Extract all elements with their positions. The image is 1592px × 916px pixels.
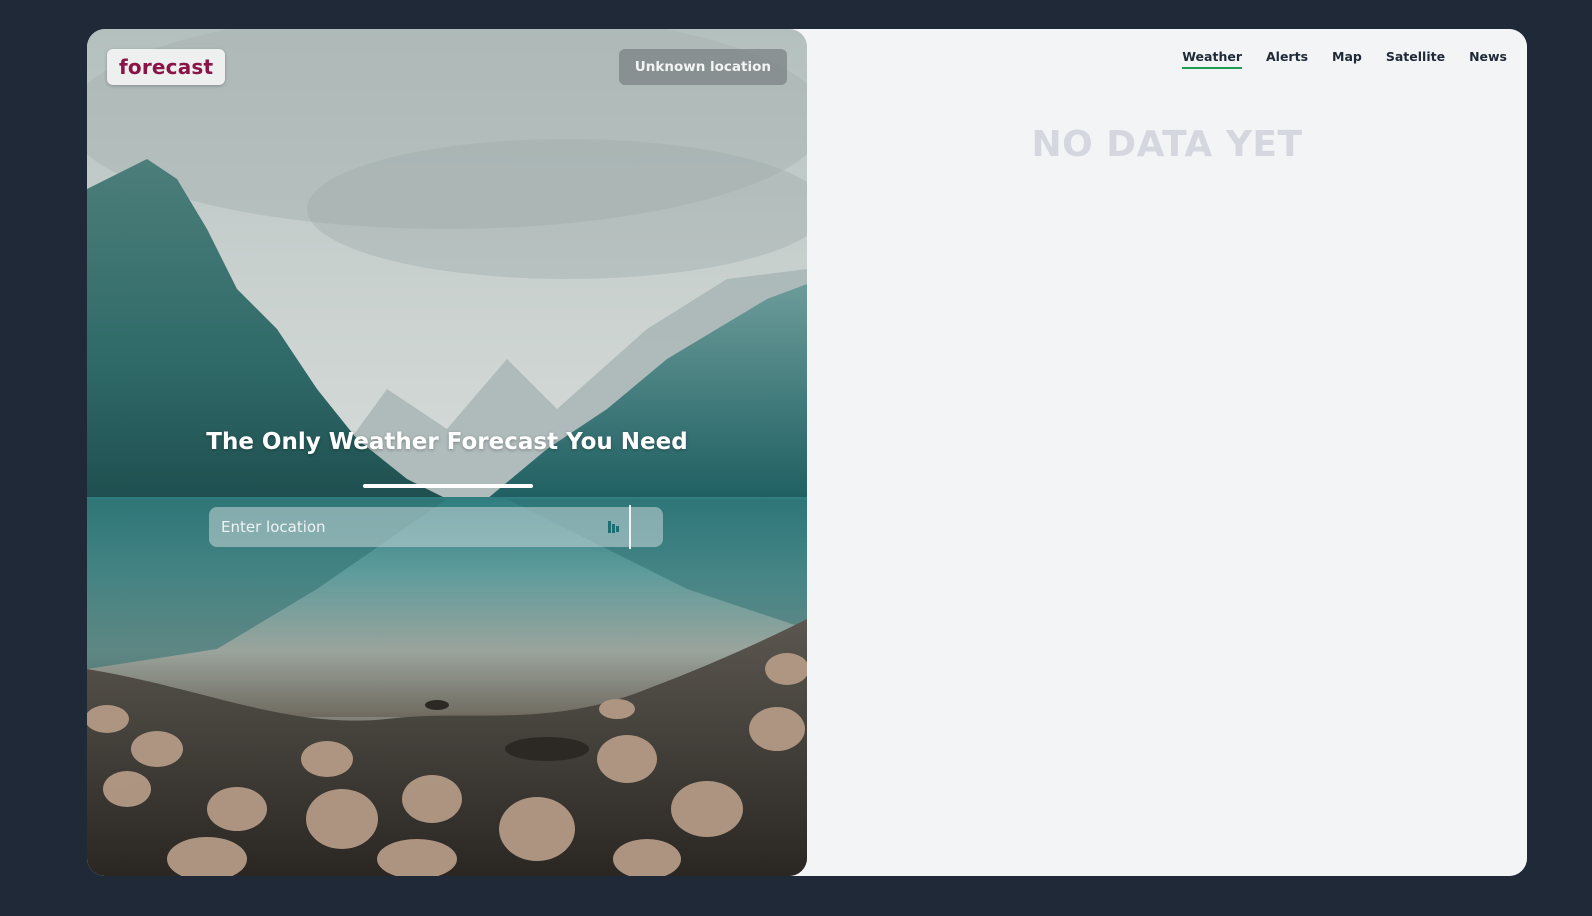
search-box <box>209 505 663 549</box>
location-badge[interactable]: Unknown location <box>618 49 787 85</box>
nav-item-weather[interactable]: Weather <box>1182 49 1242 69</box>
main-nav: Weather Alerts Map Satellite News <box>1182 49 1507 69</box>
location-label: Unknown location <box>634 59 771 75</box>
app-card: forecast Unknown location The Only Weath… <box>87 29 1527 876</box>
empty-state-message: NO DATA YET <box>1031 124 1303 165</box>
content-panel: Weather Alerts Map Satellite News NO DAT… <box>807 29 1527 876</box>
headline-underline <box>363 484 533 488</box>
hero-headline: The Only Weather Forecast You Need <box>206 429 688 455</box>
nav-item-news[interactable]: News <box>1469 49 1507 69</box>
logo-badge[interactable]: forecast <box>107 49 226 85</box>
nav-item-satellite[interactable]: Satellite <box>1386 49 1445 69</box>
location-search-input[interactable] <box>209 507 599 547</box>
search-submit-icon <box>608 521 619 533</box>
search-divider <box>629 505 631 549</box>
nav-item-map[interactable]: Map <box>1332 49 1362 69</box>
nav-item-alerts[interactable]: Alerts <box>1266 49 1308 69</box>
hero-panel: forecast Unknown location The Only Weath… <box>87 29 807 876</box>
logo-text: forecast <box>119 55 214 79</box>
search-submit-button[interactable] <box>599 507 629 547</box>
